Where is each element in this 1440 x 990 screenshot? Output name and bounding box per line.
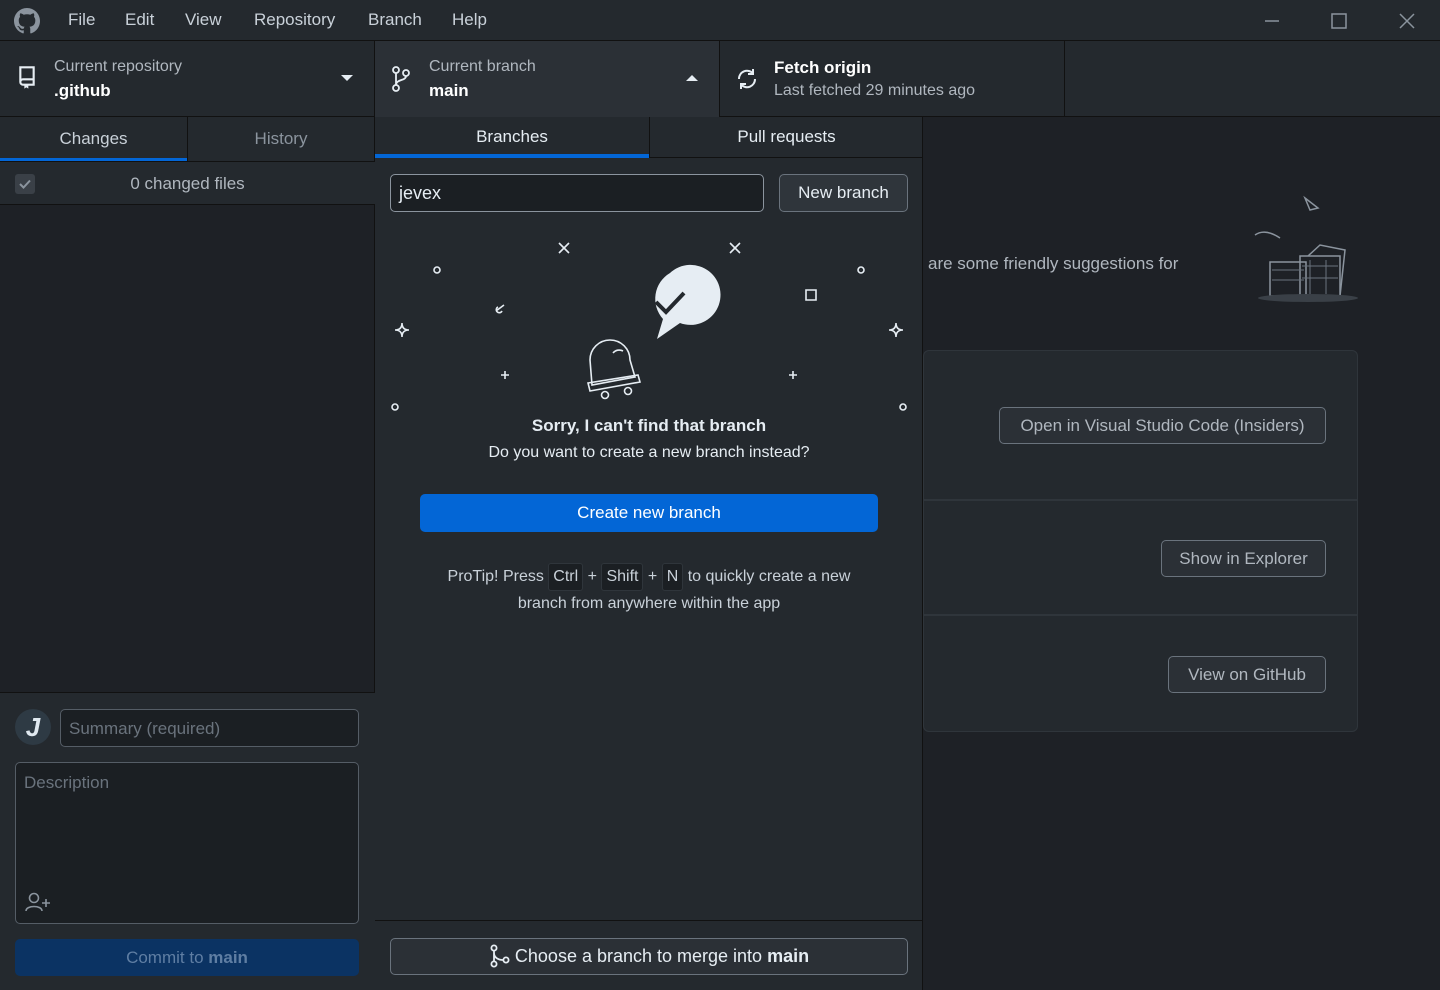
suggestions-illustration [1254,195,1358,302]
menu-file[interactable]: File [68,10,95,30]
changed-files-count: 0 changed files [130,174,245,193]
commit-area: J Summary (required) Description Commit … [0,692,375,990]
fetch-origin-button[interactable]: Fetch origin Last fetched 29 minutes ago [720,41,1065,117]
tab-branches[interactable]: Branches [375,117,649,158]
branch-filter-input[interactable]: jevex [390,174,764,212]
protip-text-2: to quickly create a new [687,568,851,585]
commit-branch: main [208,948,248,967]
chevron-down-icon [341,75,353,81]
menu-help[interactable]: Help [452,10,487,30]
repo-name: .github [54,81,111,100]
kbd-ctrl: Ctrl [548,563,584,591]
current-branch-button[interactable]: Current branch main [375,41,720,117]
maximize-icon[interactable] [1324,6,1354,36]
merge-icon [490,944,510,968]
tab-changes[interactable]: Changes [0,117,187,161]
suggestions-text: are some friendly suggestions for [928,254,1179,273]
merge-branch: main [767,946,810,966]
no-branches-illustration [391,242,907,411]
divider [375,920,923,921]
summary-input[interactable]: Summary (required) [60,709,359,747]
branch-dropdown: Branches Pull requests jevex New branch … [375,117,923,990]
title-bar: File Edit View Repository Branch Help [0,0,1440,41]
close-icon[interactable] [1392,6,1422,36]
merge-prefix: Choose a branch to merge into [514,946,768,966]
tab-history[interactable]: History [187,117,374,161]
commit-prefix: Commit to [126,948,209,967]
branch-name: main [429,81,469,100]
menu-branch[interactable]: Branch [368,10,422,30]
fetch-status: Last fetched 29 minutes ago [774,82,976,99]
branch-icon [392,66,410,92]
view-on-github-button[interactable]: View on GitHub [1168,656,1326,693]
kbd-n: N [661,563,684,591]
tab-pull-requests[interactable]: Pull requests [649,117,923,158]
branch-label: Current branch [429,58,536,75]
protip: ProTip! Press Ctrl + Shift + N to quickl… [375,563,923,617]
no-branch-subtitle: Do you want to create a new branch inste… [488,444,810,461]
avatar: J [15,709,51,745]
github-logo-icon [14,8,40,34]
left-pane: Changes History 0 changed files J Summar… [0,117,375,990]
menu-edit[interactable]: Edit [125,10,154,30]
no-branch-title: Sorry, I can't find that branch [531,416,767,435]
kbd-plus-2: + [647,568,658,585]
kbd-plus-1: + [587,568,597,585]
show-in-explorer-button[interactable]: Show in Explorer [1161,540,1326,577]
merge-into-branch-button[interactable]: Choose a branch to merge into main [390,938,908,975]
protip-text: ProTip! Press [447,568,544,585]
add-coauthor-icon[interactable] [24,891,52,913]
description-textarea[interactable]: Description [15,762,359,924]
minimize-icon[interactable] [1257,6,1287,36]
repo-icon [19,66,35,89]
menu-view[interactable]: View [185,10,222,30]
fetch-label: Fetch origin [774,58,872,77]
protip-text-3: branch from anywhere within the app [517,595,781,612]
sync-icon [737,69,757,89]
chevron-up-icon [686,75,698,81]
create-new-branch-button[interactable]: Create new branch [420,494,878,532]
commit-button[interactable]: Commit to main [15,939,359,976]
current-repository-button[interactable]: Current repository .github [0,41,375,117]
kbd-shift: Shift [601,563,644,591]
new-branch-button[interactable]: New branch [779,174,908,212]
changes-header: 0 changed files [0,161,375,205]
toolbar: Current repository .github Current branc… [0,41,1440,117]
repo-label: Current repository [54,58,183,75]
description-placeholder: Description [24,773,110,792]
open-in-vscode-button[interactable]: Open in Visual Studio Code (Insiders) [999,407,1326,444]
menu-repository[interactable]: Repository [254,10,335,30]
